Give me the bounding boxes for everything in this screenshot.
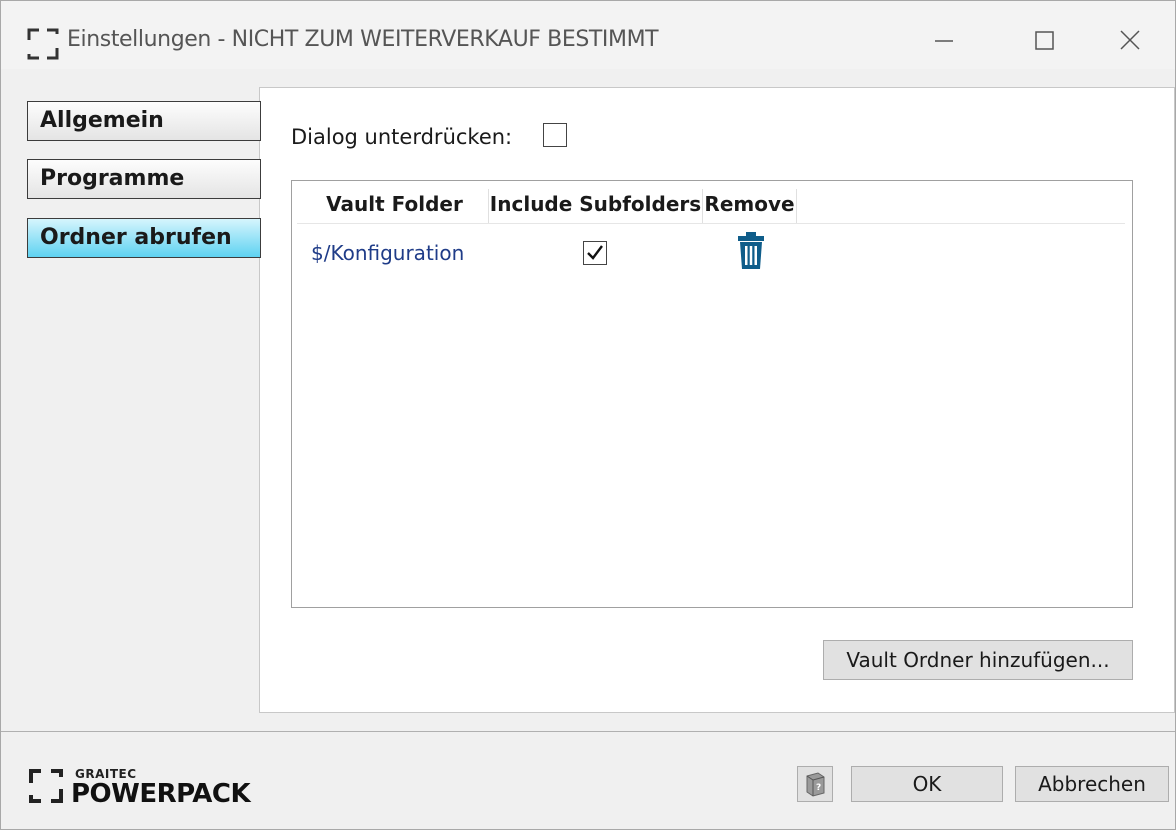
include-subfolders-checkbox[interactable] [583,241,607,265]
ok-button[interactable]: OK [851,766,1003,802]
column-header-remove[interactable]: Remove [703,189,797,223]
help-book-icon: ? [806,772,825,797]
vault-folder-cell: $/Konfiguration [311,241,465,265]
column-header-vault-folder[interactable]: Vault Folder [301,189,489,223]
suppress-dialog-label: Dialog unterdrücken: [291,125,513,149]
cancel-button[interactable]: Abbrechen [1015,766,1169,802]
footer-divider [1,731,1175,732]
graitec-logo-icon [29,769,63,803]
title-bar: Einstellungen - NICHT ZUM WEITERVERKAUF … [1,1,1175,69]
add-vault-folder-button[interactable]: Vault Ordner hinzufügen... [823,640,1133,680]
help-button[interactable]: ? [797,766,833,802]
checkmark-icon [587,245,603,260]
graitec-bracket-icon [27,28,59,60]
logo-text-powerpack: POWERPACK [71,779,251,809]
column-header-include-subfolders[interactable]: Include Subfolders [489,189,703,223]
minimize-icon[interactable] [921,21,967,61]
nav-item-programme[interactable]: Programme [27,159,261,199]
suppress-dialog-checkbox[interactable] [543,123,567,147]
trash-icon[interactable] [735,231,767,271]
svg-text:?: ? [816,783,821,793]
nav-item-ordner-abrufen[interactable]: Ordner abrufen [27,218,261,258]
nav-item-allgemein[interactable]: Allgemein [27,101,261,141]
settings-window: Einstellungen - NICHT ZUM WEITERVERKAUF … [0,0,1176,830]
maximize-icon[interactable] [1021,21,1067,61]
window-title: Einstellungen - NICHT ZUM WEITERVERKAUF … [67,27,659,52]
header-divider [297,223,1125,224]
close-icon[interactable] [1107,21,1153,61]
